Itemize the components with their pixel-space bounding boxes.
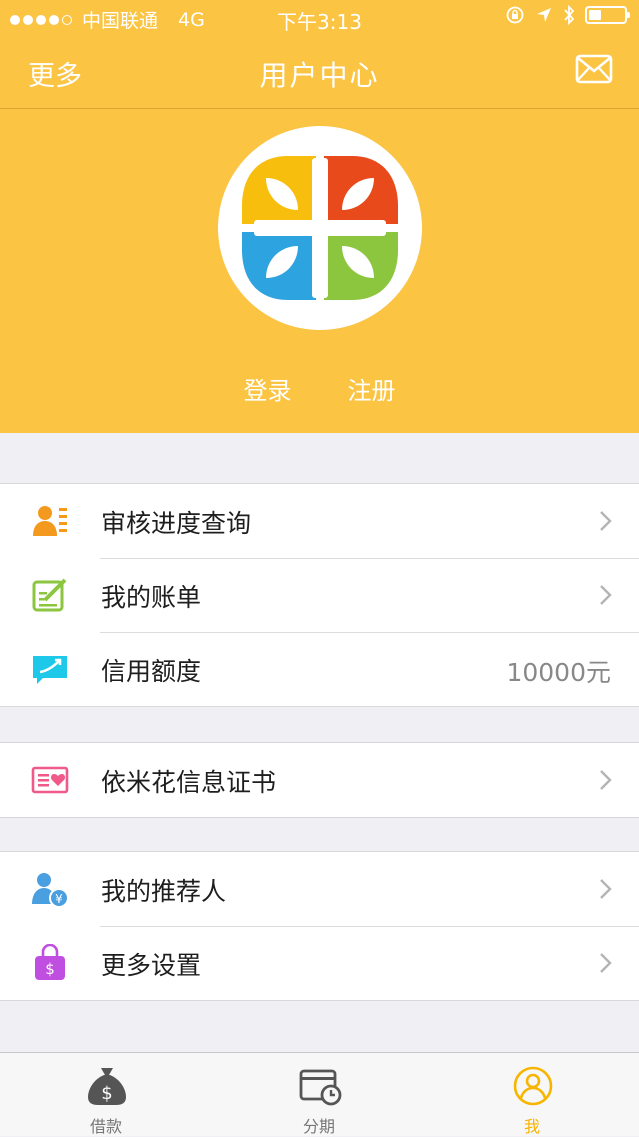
tab-label: 分期 — [302, 1117, 335, 1136]
tab-installment[interactable]: 分期 — [259, 1053, 379, 1137]
menu-row-credit-limit[interactable]: 信用额度 10000元 — [0, 632, 639, 706]
tab-loan[interactable]: $ 借款 — [46, 1053, 166, 1137]
orientation-lock-icon — [506, 6, 524, 24]
svg-text:¥: ¥ — [55, 892, 63, 906]
svg-text:$: $ — [45, 960, 55, 978]
status-bar: 中国联通 4G 下午3:13 — [0, 0, 639, 36]
battery-icon — [585, 6, 630, 24]
chevron-right-icon — [600, 770, 612, 790]
profile-header: 登录 注册 — [0, 109, 639, 433]
nav-bar: 更多 用户中心 — [0, 36, 639, 109]
menu-group-3: ¥ 我的推荐人 $ 更多设置 — [0, 851, 639, 1001]
chevron-right-icon — [600, 953, 612, 973]
bluetooth-icon — [564, 5, 575, 25]
review-progress-icon — [33, 506, 67, 536]
tab-me[interactable]: 我 — [472, 1053, 592, 1137]
app-logo-icon — [242, 156, 398, 300]
menu-row-referrer[interactable]: ¥ 我的推荐人 — [0, 852, 639, 926]
money-bag-icon: $ — [88, 1068, 126, 1105]
svg-text:$: $ — [101, 1083, 112, 1104]
tab-label: 我 — [523, 1117, 540, 1136]
menu-group-2: 依米花信息证书 — [0, 742, 639, 818]
menu-label: 我的推荐人 — [101, 877, 227, 906]
menu-row-review-progress[interactable]: 审核进度查询 — [0, 484, 639, 558]
menu-row-certificate[interactable]: 依米花信息证书 — [0, 743, 639, 817]
menu-label: 依米花信息证书 — [101, 768, 277, 797]
chevron-right-icon — [600, 511, 612, 531]
mail-button[interactable] — [575, 54, 613, 88]
user-icon — [513, 1066, 553, 1106]
menu-row-my-bill[interactable]: 我的账单 — [0, 558, 639, 632]
referrer-icon: ¥ — [32, 873, 69, 908]
menu-label: 信用额度 — [101, 657, 202, 686]
register-link[interactable]: 注册 — [348, 371, 396, 406]
auth-links: 登录 注册 — [0, 371, 639, 406]
tab-bar: $ 借款 分期 我 — [0, 1052, 639, 1136]
credit-limit-value: 10000元 — [506, 658, 611, 687]
installment-icon — [299, 1069, 342, 1106]
menu-group-1: 审核进度查询 我的账单 信用额度 10000元 — [0, 483, 639, 707]
page-title: 用户中心 — [259, 59, 380, 92]
menu-label: 审核进度查询 — [101, 509, 252, 538]
chevron-right-icon — [600, 879, 612, 899]
tab-label: 借款 — [89, 1117, 122, 1136]
chevron-right-icon — [600, 585, 612, 605]
menu-row-more-settings[interactable]: $ 更多设置 — [0, 926, 639, 1000]
settings-bag-icon: $ — [35, 944, 65, 980]
credit-limit-icon — [33, 656, 67, 684]
login-link[interactable]: 登录 — [244, 371, 292, 406]
avatar[interactable] — [218, 126, 422, 330]
menu-label: 更多设置 — [101, 951, 202, 980]
mail-icon — [575, 54, 613, 84]
menu-label: 我的账单 — [101, 583, 202, 612]
bill-icon — [32, 578, 67, 612]
location-icon — [537, 8, 551, 22]
status-right — [505, 5, 630, 25]
certificate-icon — [31, 766, 69, 794]
